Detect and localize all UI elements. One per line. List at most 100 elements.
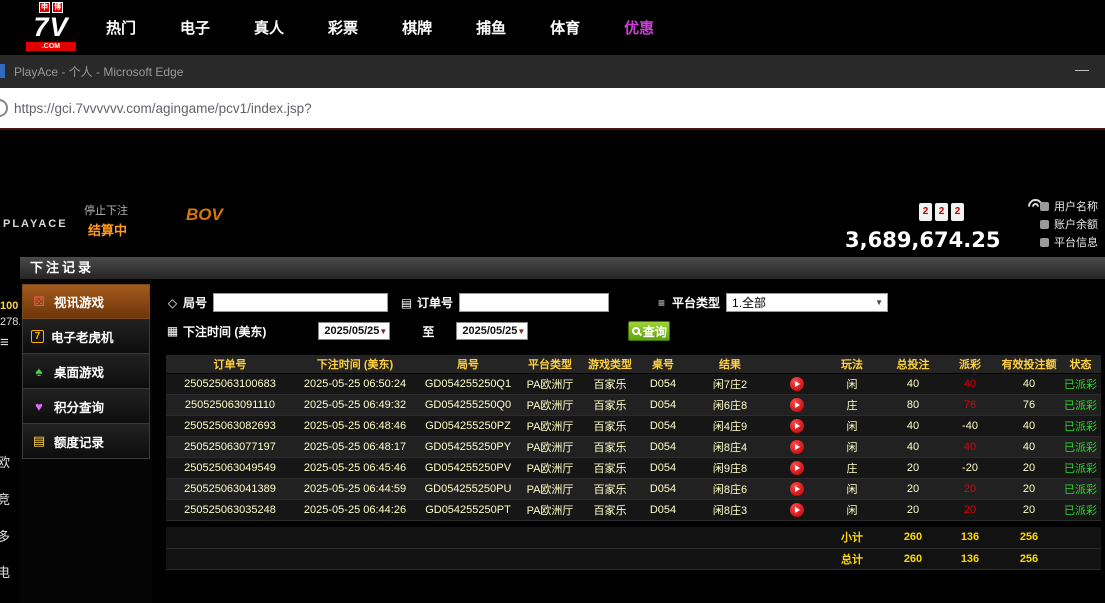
col-header-valid_bet: 有效投注额 <box>998 355 1060 373</box>
modal-title: 下注记录 <box>30 260 94 275</box>
cell-order_no: 250525063077197 <box>166 436 294 457</box>
replay-button[interactable] <box>790 440 804 454</box>
round-no-label: 局号 <box>183 294 207 311</box>
cell-play: 闲 <box>820 373 884 394</box>
table-spacer <box>166 520 1101 527</box>
summary-end <box>1060 548 1101 569</box>
order-no-label: 订单号 <box>417 294 453 311</box>
reload-icon[interactable] <box>0 99 8 117</box>
cell-play: 闲 <box>820 499 884 520</box>
nav-item-7[interactable]: 优惠 <box>624 17 654 38</box>
order-no-input[interactable] <box>459 293 609 312</box>
platform-type-select[interactable]: 1.全部 ▼ <box>726 293 888 312</box>
play-icon <box>795 423 800 429</box>
menu-item-platform-info[interactable]: 平台信息 <box>1040 233 1098 251</box>
site-logo[interactable]: 申 博 7V .COM <box>18 2 84 53</box>
summary-pad <box>166 527 820 548</box>
search-button[interactable]: 查询 <box>628 321 670 341</box>
replay-button[interactable] <box>790 503 804 517</box>
col-header-result: 结果 <box>686 355 774 373</box>
top-nav-bar: 申 博 7V .COM 热门 电子 真人 彩票 棋牌 捕鱼 体育 优惠 <box>0 0 1105 55</box>
sidebar-item-4[interactable]: ▤额度记录 <box>22 424 150 459</box>
nav-item-6[interactable]: 体育 <box>550 17 580 38</box>
cell-payout: -40 <box>942 415 998 436</box>
bet-record-row: 2505250630352482025-05-25 06:44:26GD0542… <box>166 499 1101 520</box>
replay-button[interactable] <box>790 482 804 496</box>
cell-table_no: D054 <box>640 499 686 520</box>
address-bar[interactable]: https://gci.7vvvvvv.com/agingame/pcv1/in… <box>0 88 1105 128</box>
cell-result: 闲8庄4 <box>686 436 774 457</box>
slot-machine-icon: 7 <box>31 330 44 343</box>
nav-item-1[interactable]: 电子 <box>180 17 210 38</box>
magnifier-icon <box>632 327 640 335</box>
date-to-select[interactable]: 2025/05/25 ▼ <box>456 322 528 340</box>
replay-cell <box>774 373 820 394</box>
play-icon <box>795 465 800 471</box>
window-favicon <box>0 64 5 78</box>
cell-platform: PA欧洲厅 <box>520 394 580 415</box>
cell-bet_time: 2025-05-25 06:48:46 <box>294 415 416 436</box>
col-header-play: 玩法 <box>820 355 884 373</box>
nav-item-2[interactable]: 真人 <box>254 17 284 38</box>
menu-label: 用户名称 <box>1054 198 1098 214</box>
col-header-payout: 派彩 <box>942 355 998 373</box>
minimize-button[interactable]: — <box>1075 61 1089 77</box>
sidebar-item-2[interactable]: ♠桌面游戏 <box>22 354 150 389</box>
nav-item-3[interactable]: 彩票 <box>328 17 358 38</box>
edge-fragment: 竞 <box>0 489 10 508</box>
cell-table_no: D054 <box>640 478 686 499</box>
cell-platform: PA欧洲厅 <box>520 499 580 520</box>
cell-valid_bet: 20 <box>998 478 1060 499</box>
replay-cell <box>774 478 820 499</box>
cell-platform: PA欧洲厅 <box>520 436 580 457</box>
col-header-play_icon <box>774 355 820 373</box>
sidebar-item-3[interactable]: ♥积分查询 <box>22 389 150 424</box>
cell-bet_time: 2025-05-25 06:44:59 <box>294 478 416 499</box>
summary-valid-bet: 256 <box>998 527 1060 548</box>
cell-total_bet: 20 <box>884 478 942 499</box>
cell-order_no: 250525063049549 <box>166 457 294 478</box>
replay-button[interactable] <box>790 398 804 412</box>
sidebar-item-1[interactable]: 7电子老虎机 <box>22 319 150 354</box>
cell-play: 庄 <box>820 457 884 478</box>
menu-item-balance[interactable]: 账户余额 <box>1040 215 1098 233</box>
table-body: 2505250631006832025-05-25 06:50:24GD0542… <box>166 373 1101 569</box>
cell-payout: 40 <box>942 373 998 394</box>
cell-game_type: 百家乐 <box>580 436 640 457</box>
summary-total-bet: 260 <box>884 527 942 548</box>
cell-round_no: GD054255250PZ <box>416 415 520 436</box>
round-no-input[interactable] <box>213 293 388 312</box>
subtotal-row: 小计260136256 <box>166 527 1101 548</box>
cell-bet_time: 2025-05-25 06:44:26 <box>294 499 416 520</box>
platform-type-value: 1.全部 <box>732 294 766 311</box>
search-button-label: 查询 <box>643 323 667 340</box>
cell-payout: 20 <box>942 478 998 499</box>
playing-card: 2 <box>935 203 948 221</box>
cell-play: 闲 <box>820 478 884 499</box>
replay-button[interactable] <box>790 461 804 475</box>
menu-item-username[interactable]: 用户名称 <box>1040 197 1098 215</box>
nav-item-0[interactable]: 热门 <box>106 17 136 38</box>
nav-item-4[interactable]: 棋牌 <box>402 17 432 38</box>
modal-header: 下注记录 <box>20 257 1105 279</box>
playace-logo: PLAYACE <box>3 218 68 230</box>
replay-button[interactable] <box>790 377 804 391</box>
chevron-down-icon: ▼ <box>379 327 387 336</box>
cell-game_type: 百家乐 <box>580 457 640 478</box>
cell-total_bet: 40 <box>884 436 942 457</box>
sidebar-item-0[interactable]: ⚄视讯游戏 <box>22 284 150 319</box>
col-header-table_no: 桌号 <box>640 355 686 373</box>
nav-item-5[interactable]: 捕鱼 <box>476 17 506 38</box>
date-from-select[interactable]: 2025/05/25 ▼ <box>318 322 390 340</box>
list-icon <box>655 296 668 310</box>
window-titlebar: PlayAce - 个人 - Microsoft Edge — <box>0 55 1105 88</box>
col-header-bet_time: 下注时间 (美东) <box>294 355 416 373</box>
replay-button[interactable] <box>790 419 804 433</box>
cell-status: 已派彩 <box>1060 436 1101 457</box>
cell-platform: PA欧洲厅 <box>520 373 580 394</box>
cell-valid_bet: 76 <box>998 394 1060 415</box>
replay-cell <box>774 394 820 415</box>
logo-main-text: 7V <box>18 13 84 42</box>
bet-record-row: 2505250630413892025-05-25 06:44:59GD0542… <box>166 478 1101 499</box>
date-to-value: 2025/05/25 <box>462 325 517 337</box>
